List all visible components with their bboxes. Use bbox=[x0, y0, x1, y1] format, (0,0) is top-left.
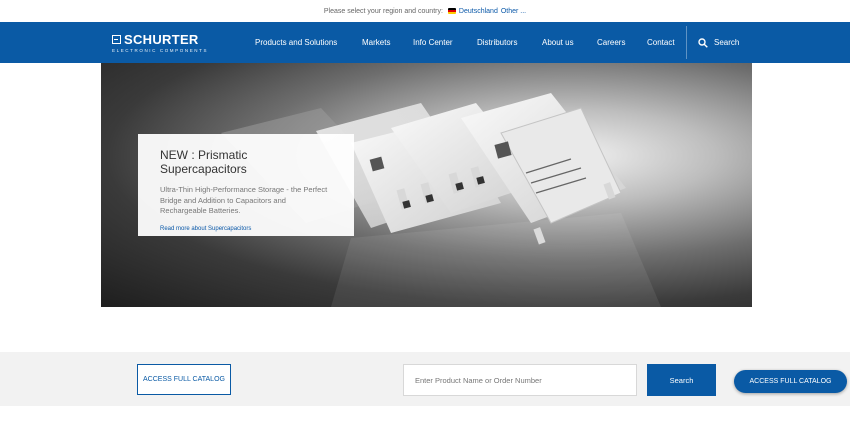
region-selector-bar: Please select your region and country: D… bbox=[0, 0, 850, 22]
region-prompt: Please select your region and country: bbox=[323, 7, 443, 15]
logo-brand: SCHURTER bbox=[124, 32, 199, 47]
product-search-input[interactable]: Enter Product Name or Order Number bbox=[403, 364, 637, 396]
nav-item-careers[interactable]: Careers bbox=[597, 38, 625, 47]
nav-item-contact[interactable]: Contact bbox=[647, 38, 675, 47]
other-country-link[interactable]: Other ... bbox=[501, 8, 526, 15]
nav-search-label: Search bbox=[714, 38, 740, 47]
nav-item-products[interactable]: Products and Solutions bbox=[255, 38, 337, 47]
country-link[interactable]: Deutschland bbox=[459, 8, 498, 15]
schurter-logo-icon bbox=[112, 35, 121, 44]
hero-body: Ultra-Thin High-Performance Storage - th… bbox=[160, 185, 328, 215]
nav-item-distributors[interactable]: Distributors bbox=[477, 38, 517, 47]
search-icon bbox=[698, 37, 708, 48]
access-full-catalog-button[interactable]: ACCESS FULL CATALOG bbox=[137, 364, 231, 395]
nav-item-info-center[interactable]: Info Center bbox=[413, 38, 453, 47]
nav-divider bbox=[686, 26, 687, 59]
hero-read-more-link[interactable]: Read more about Supercapacitors bbox=[160, 226, 332, 232]
main-navigation: SCHURTER ELECTRONIC COMPONENTS Products … bbox=[0, 22, 850, 63]
floating-catalog-button[interactable]: ACCESS FULL CATALOG bbox=[734, 370, 847, 393]
hero-title: NEW : Prismatic Supercapacitors bbox=[160, 148, 248, 176]
nav-search-button[interactable]: Search bbox=[698, 22, 739, 63]
nav-item-markets[interactable]: Markets bbox=[362, 38, 390, 47]
nav-item-about-us[interactable]: About us bbox=[542, 38, 574, 47]
flag-de-icon bbox=[447, 8, 456, 14]
product-search-button[interactable]: Search bbox=[647, 364, 716, 396]
logo-tagline: ELECTRONIC COMPONENTS bbox=[112, 48, 209, 53]
schurter-logo[interactable]: SCHURTER ELECTRONIC COMPONENTS bbox=[112, 32, 208, 53]
hero-card: NEW : Prismatic Supercapacitors Ultra-Th… bbox=[138, 134, 354, 236]
